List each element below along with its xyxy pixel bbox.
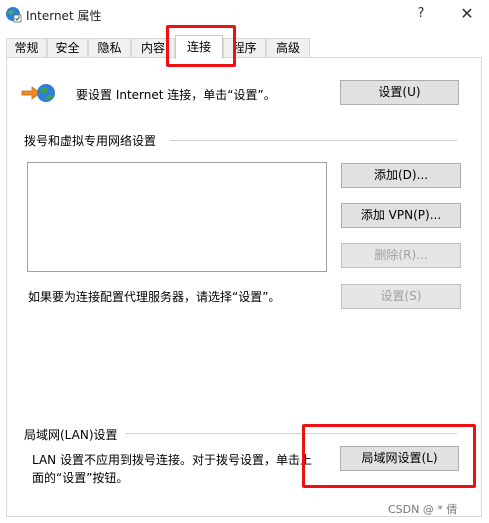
setup-description: 要设置 Internet 连接，单击“设置”。 bbox=[76, 88, 276, 102]
tab-advanced[interactable]: 高级 bbox=[266, 38, 310, 58]
lan-button-highlight bbox=[302, 424, 476, 488]
tab-strip: 常规 安全 隐私 内容 连接 程序 高级 bbox=[0, 35, 489, 59]
dialup-divider bbox=[170, 140, 457, 141]
close-button[interactable]: ✕ bbox=[452, 2, 482, 26]
add-vpn-button[interactable]: 添加 VPN(P)... bbox=[341, 203, 461, 228]
setup-button[interactable]: 设置(U) bbox=[340, 80, 459, 105]
window-title: Internet 属性 bbox=[26, 9, 102, 23]
connection-wizard-icon bbox=[21, 84, 55, 102]
internet-options-globe-icon bbox=[6, 7, 22, 23]
dialup-section-label: 拨号和虚拟专用网络设置 bbox=[24, 134, 157, 148]
watermark: CSDN @ * 倩 bbox=[388, 503, 458, 516]
add-button[interactable]: 添加(D)... bbox=[341, 163, 461, 188]
connections-list[interactable] bbox=[27, 162, 327, 272]
proxy-description: 如果要为连接配置代理服务器，请选择“设置”。 bbox=[28, 290, 281, 304]
remove-button[interactable]: 删除(R)... bbox=[341, 243, 461, 268]
lan-description-line2: 面的“设置”按钮。 bbox=[32, 471, 129, 485]
tab-privacy[interactable]: 隐私 bbox=[88, 38, 131, 58]
tab-security[interactable]: 安全 bbox=[47, 38, 88, 58]
title-bar: Internet 属性 ? ✕ bbox=[0, 0, 489, 30]
tab-general[interactable]: 常规 bbox=[6, 38, 47, 58]
lan-description-line1: LAN 设置不应用到拨号连接。对于拨号设置，单击上 bbox=[32, 453, 312, 467]
dialup-settings-button[interactable]: 设置(S) bbox=[341, 284, 461, 309]
lan-section-label: 局域网(LAN)设置 bbox=[24, 428, 118, 442]
connections-tab-highlight bbox=[166, 25, 236, 67]
help-button[interactable]: ? bbox=[406, 2, 436, 26]
